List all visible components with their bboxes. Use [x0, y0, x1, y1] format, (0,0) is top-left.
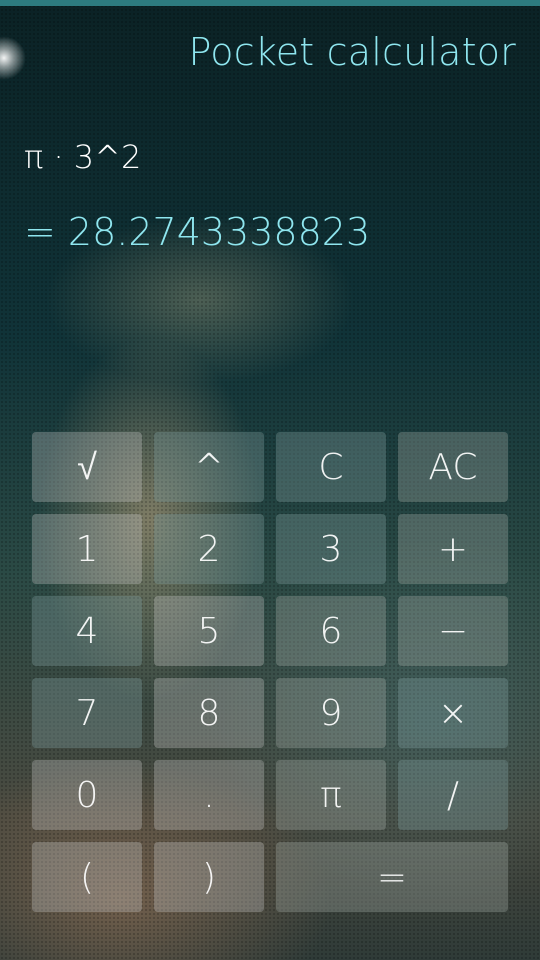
page-title: Pocket calculator	[188, 30, 516, 74]
digit-7-button[interactable]: 7	[32, 678, 142, 748]
sqrt-button[interactable]: √	[32, 432, 142, 502]
digit-2-button[interactable]: 2	[154, 514, 264, 584]
digit-3-button[interactable]: 3	[276, 514, 386, 584]
right-paren-button[interactable]: )	[154, 842, 264, 912]
digit-6-button[interactable]: 6	[276, 596, 386, 666]
digit-0-button[interactable]: 0	[32, 760, 142, 830]
equals-button[interactable]: =	[276, 842, 508, 912]
divide-button[interactable]: /	[398, 760, 508, 830]
plus-button[interactable]: +	[398, 514, 508, 584]
digit-9-button[interactable]: 9	[276, 678, 386, 748]
result-display: = 28.2743338823	[24, 210, 371, 254]
digit-8-button[interactable]: 8	[154, 678, 264, 748]
pulley-glow-indicator	[0, 36, 26, 80]
clear-button[interactable]: C	[276, 432, 386, 502]
minus-button[interactable]: −	[398, 596, 508, 666]
digit-4-button[interactable]: 4	[32, 596, 142, 666]
multiply-button[interactable]: ×	[398, 678, 508, 748]
pi-button[interactable]: π	[276, 760, 386, 830]
expression-display: π · 3^2	[24, 138, 142, 176]
status-accent-bar	[0, 0, 540, 6]
decimal-point-button[interactable]: .	[154, 760, 264, 830]
all-clear-button[interactable]: AC	[398, 432, 508, 502]
digit-5-button[interactable]: 5	[154, 596, 264, 666]
left-paren-button[interactable]: (	[32, 842, 142, 912]
digit-1-button[interactable]: 1	[32, 514, 142, 584]
power-button[interactable]: ^	[154, 432, 264, 502]
